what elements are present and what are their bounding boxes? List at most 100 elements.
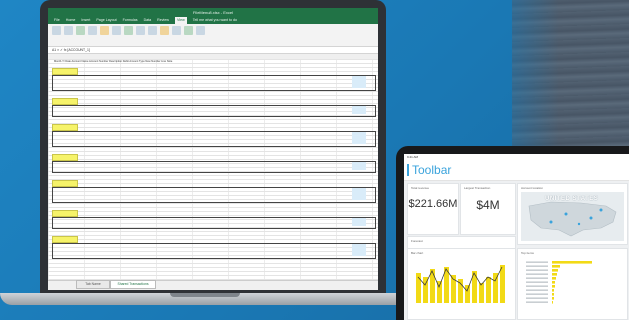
hbar — [552, 273, 557, 276]
hbar — [552, 277, 556, 280]
cut-icon[interactable] — [64, 26, 73, 35]
sheet-tab-shared-transactions[interactable]: Shared Transactions — [110, 280, 156, 289]
highlight-cell[interactable] — [352, 84, 366, 88]
sheet-tab-bar: Tab Name Shared Transactions — [48, 280, 378, 290]
hbar-label-placeholder — [526, 281, 548, 283]
hbar — [552, 261, 592, 264]
ribbon-tab[interactable]: View — [174, 17, 187, 24]
dashboard-title: Toolbar — [412, 163, 452, 177]
bar — [479, 283, 484, 303]
spreadsheet-grid[interactable]: Month-Yr Date Account Name Account Numbe… — [48, 59, 378, 281]
bar — [486, 277, 491, 303]
highlight-cell[interactable] — [352, 166, 366, 170]
group-box — [52, 75, 376, 91]
group-label[interactable] — [52, 124, 78, 131]
largest-transaction-card[interactable]: Largest Transaction $4M — [460, 183, 516, 235]
hbar — [552, 285, 555, 288]
ribbon-tab[interactable]: Data — [144, 17, 152, 24]
hbar-label-placeholder — [526, 293, 548, 295]
group-label[interactable] — [52, 210, 78, 217]
ribbon-tab[interactable]: Tell me what you want to do — [193, 17, 237, 24]
hbar — [552, 269, 558, 272]
excel-ribbon — [48, 24, 378, 47]
hbar — [552, 297, 554, 300]
refresh-icon[interactable] — [100, 26, 109, 35]
excel-ribbon-tabs: File Home Insert Page Layout Formulas Data Rev… — [48, 17, 378, 24]
highlight-cell[interactable] — [352, 222, 366, 226]
highlight-cell[interactable] — [352, 110, 366, 114]
group-box — [52, 243, 376, 259]
hbar-label-placeholder — [526, 289, 548, 291]
hbar-label-placeholder — [526, 261, 548, 263]
group-box — [52, 217, 376, 229]
hbar — [552, 301, 553, 304]
hbar-label-placeholder — [526, 273, 548, 275]
bar — [465, 285, 470, 303]
bar-chart-card[interactable]: Bar chart — [407, 248, 516, 320]
card-label: Forecast — [411, 239, 423, 243]
ribbon-tab[interactable]: Page Layout — [96, 17, 116, 24]
hbar — [552, 281, 555, 284]
hbar — [552, 265, 560, 268]
horizontal-bar-card[interactable]: Top items — [517, 248, 628, 320]
sort-icon[interactable] — [76, 26, 85, 35]
data-validation-icon[interactable] — [136, 26, 145, 35]
group-box — [52, 187, 376, 203]
group-box — [52, 161, 376, 173]
group-label[interactable] — [52, 236, 78, 243]
column-titles: Month-Yr Date Account Name Account Numbe… — [54, 60, 173, 63]
hbar-label-placeholder — [526, 277, 548, 279]
card-label: Account location — [521, 186, 544, 190]
sheet-tab-1[interactable]: Tab Name — [76, 280, 110, 289]
total-revenue-card[interactable]: Total revenue $221.66M — [407, 183, 459, 235]
highlight-cell[interactable] — [352, 196, 366, 200]
ribbon-tab[interactable]: Review — [157, 17, 169, 24]
ribbon-tab[interactable]: File — [54, 17, 60, 24]
map-area[interactable]: UNITED STATES — [521, 192, 624, 241]
subtotal-icon[interactable] — [172, 26, 181, 35]
filter-icon[interactable] — [88, 26, 97, 35]
ribbon-tab[interactable]: Home — [66, 17, 76, 24]
hbar-label-placeholder — [526, 265, 548, 267]
hbar-label-placeholder — [526, 297, 548, 299]
group-label[interactable] — [52, 68, 78, 75]
bar — [493, 273, 498, 303]
total-revenue-value: $221.66M — [408, 198, 458, 210]
background-keyboard-photo — [512, 0, 629, 170]
hbar-label-placeholder — [526, 301, 548, 303]
ribbon-tab[interactable]: Formulas — [123, 17, 138, 24]
formula-bar[interactable]: A1 × ✓ fx [ACCOUNT_1] — [48, 47, 378, 54]
solver-icon[interactable] — [196, 26, 205, 35]
dashboard-header: Toolbar — [404, 160, 629, 181]
highlight-cell[interactable] — [352, 252, 366, 256]
bar — [500, 265, 505, 303]
excel-window-title: FileMenu8.xlsx - Excel — [192, 10, 233, 15]
ribbon-tab[interactable]: Insert — [81, 17, 90, 24]
vertical-bar-chart — [416, 265, 505, 303]
what-if-icon[interactable] — [148, 26, 157, 35]
connections-icon[interactable] — [112, 26, 121, 35]
horizontal-bar-chart — [526, 261, 592, 304]
header-accent — [407, 164, 409, 176]
hbar-label-placeholder — [526, 269, 548, 271]
group-label[interactable] — [52, 98, 78, 105]
laptop-notch — [170, 293, 240, 297]
map-country-label: UNITED STATES — [545, 196, 599, 202]
paste-icon[interactable] — [52, 26, 61, 35]
tablet-dashboard: 9:41 AM Toolbar Total revenue $221.66M L… — [404, 154, 629, 320]
card-label: Total revenue — [411, 186, 430, 190]
group-box — [52, 105, 376, 117]
largest-transaction-value: $4M — [476, 198, 500, 212]
group-icon[interactable] — [160, 26, 169, 35]
excel-window: FileMenu8.xlsx - Excel File Home Insert Pag… — [48, 8, 378, 290]
outline-icon[interactable] — [184, 26, 193, 35]
card-label: Largest Transaction — [464, 186, 491, 190]
highlight-cell[interactable] — [352, 140, 366, 144]
card-label: Bar chart — [411, 251, 424, 255]
excel-title-bar: FileMenu8.xlsx - Excel — [48, 8, 378, 17]
group-label[interactable] — [52, 154, 78, 161]
hbar — [552, 289, 554, 292]
map-card[interactable]: Account location UNITED STATES — [517, 183, 628, 245]
text-to-columns-icon[interactable] — [124, 26, 133, 35]
group-label[interactable] — [52, 180, 78, 187]
